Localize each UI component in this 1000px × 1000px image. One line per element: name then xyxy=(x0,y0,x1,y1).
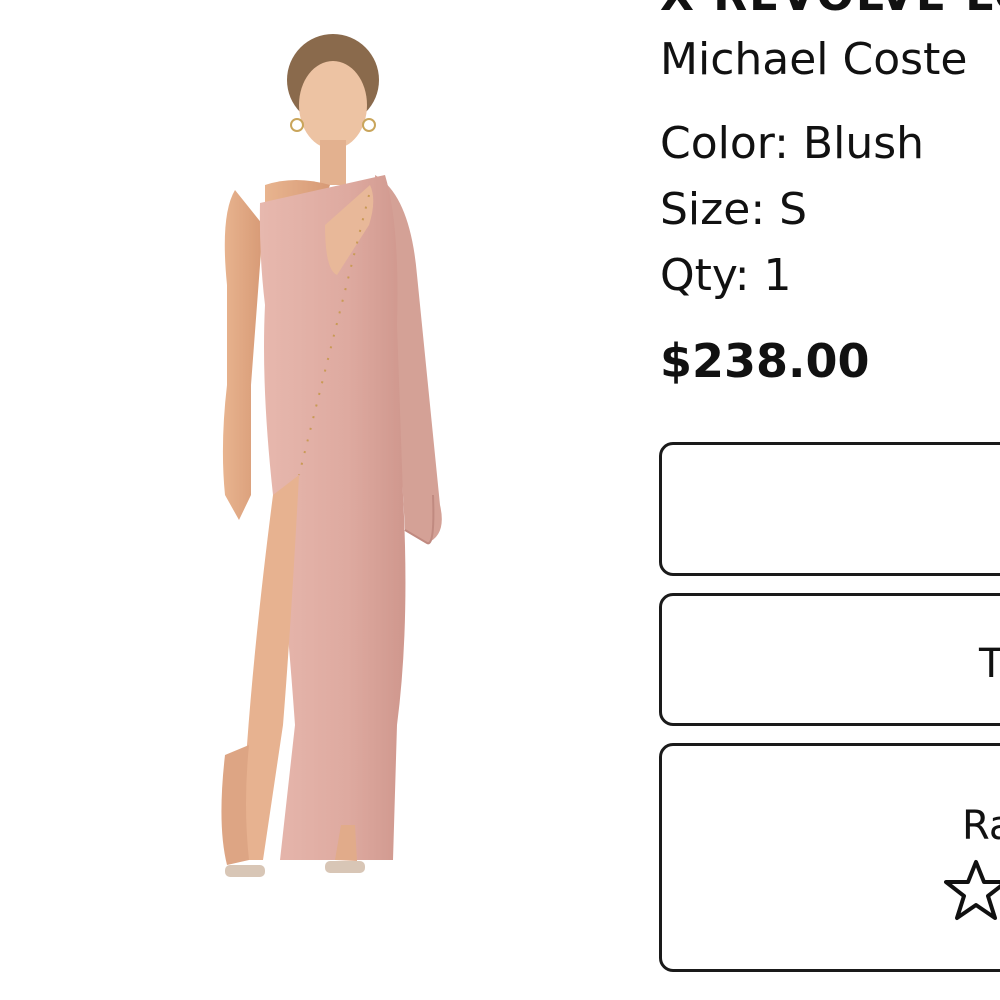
quantity-value: Qty: 1 xyxy=(660,250,792,301)
action-button-2[interactable]: T xyxy=(659,593,1000,726)
order-item-screen: X REVOLVE LO Michael Coste Color: Blush … xyxy=(0,0,1000,1000)
rate-card[interactable]: Ra xyxy=(659,743,1000,972)
product-title: X REVOLVE LO xyxy=(660,0,1000,18)
rate-card-label: Ra xyxy=(962,803,1000,849)
action-button-1[interactable] xyxy=(659,442,1000,576)
star-outline-icon[interactable] xyxy=(944,858,1000,922)
action-button-2-label: T xyxy=(979,641,1000,687)
color-value: Color: Blush xyxy=(660,118,925,169)
product-image[interactable] xyxy=(165,25,465,915)
designer-name[interactable]: Michael Coste xyxy=(660,34,967,87)
price: $238.00 xyxy=(660,334,870,388)
size-value: Size: S xyxy=(660,184,808,235)
